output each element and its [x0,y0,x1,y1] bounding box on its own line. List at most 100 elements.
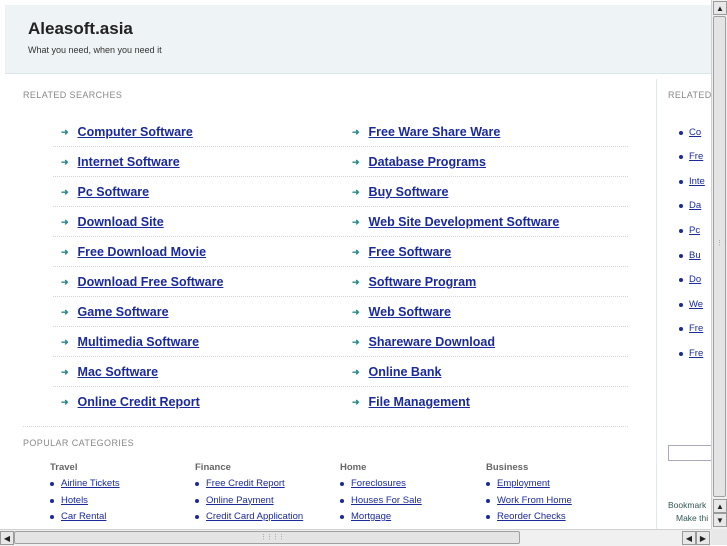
category-home: Home Foreclosures Houses For Sale Mortga… [340,462,480,528]
related-link[interactable]: ➜ File Management [352,395,470,409]
category-title: Travel [50,462,78,473]
category-link[interactable]: Credit Card Application [195,511,335,528]
bullet-icon [50,498,54,503]
bullet-icon [679,180,683,184]
related-link[interactable]: ➜ Free Download Movie [61,245,206,259]
bullet-icon [679,204,683,208]
vertical-scroll-thumb[interactable]: ⋮⋮ [713,16,727,497]
related-link[interactable]: ➜ Free Software [352,245,451,259]
scroll-down-icon[interactable]: ▼ [713,513,727,527]
bullet-icon [340,482,344,486]
sidebar-link[interactable]: Do [679,274,701,285]
grip-icon: ⋮⋮⋮⋮ [260,534,285,541]
arrow-icon: ➜ [352,367,360,377]
arrow-icon: ➜ [61,307,69,317]
related-row: ➜ Mac Software ➜ Online Bank [53,358,628,387]
arrow-icon: ➜ [61,247,69,257]
bullet-icon [340,498,344,503]
sidebar-related-label: RELATED [668,90,712,100]
scroll-up-icon[interactable]: ▲ [713,1,727,15]
bullet-icon [679,278,683,282]
vertical-scrollbar[interactable]: ▲ ⋮⋮ ▲ ▼ [711,0,727,529]
sidebar-link[interactable]: Pc [679,225,700,236]
related-link[interactable]: ➜ Download Free Software [61,275,223,289]
sidebar-link[interactable]: Fre [679,323,703,334]
site-title[interactable]: Aleasoft.asia [28,19,133,39]
right-sidebar: RELATED Co Fre Inte Da Pc Bu Do We Fre F… [656,79,712,530]
sidebar-link[interactable]: Bu [679,250,701,261]
category-link[interactable]: Hotels [50,495,190,512]
arrow-icon: ➜ [61,277,69,287]
related-link[interactable]: ➜ Multimedia Software [61,335,199,349]
bullet-icon [195,515,199,519]
related-link[interactable]: ➜ Web Site Development Software [352,215,559,229]
arrow-icon: ➜ [352,187,360,197]
scroll-up-icon[interactable]: ▲ [713,499,727,513]
related-link[interactable]: ➜ Computer Software [61,125,193,139]
category-link[interactable]: Houses For Sale [340,495,480,512]
scroll-right-icon[interactable]: ▶ [696,531,710,545]
related-link[interactable]: ➜ Game Software [61,305,169,319]
bullet-icon [50,482,54,486]
related-row: ➜ Download Site ➜ Web Site Development Sof… [53,208,628,237]
scroll-left-icon[interactable]: ◀ [0,531,14,545]
arrow-icon: ➜ [352,217,360,227]
category-link[interactable]: Car Rental [50,511,190,528]
horizontal-scrollbar[interactable]: ◀ ⋮⋮⋮⋮ ◀ ▶ [0,529,711,546]
category-travel: Travel Airline Tickets Hotels Car Rental [50,462,190,528]
category-link[interactable]: Free Credit Report [195,478,335,495]
related-link[interactable]: ➜ Shareware Download [352,335,495,349]
arrow-icon: ➜ [352,337,360,347]
arrow-icon: ➜ [61,187,69,197]
make-homepage-text[interactable]: Make thi [676,513,708,523]
related-link[interactable]: ➜ Online Credit Report [61,395,200,409]
category-link[interactable]: Work From Home [486,495,626,512]
category-link[interactable]: Reorder Checks [486,511,626,528]
category-link[interactable]: Airline Tickets [50,478,190,495]
related-row: ➜ Free Download Movie ➜ Free Software [53,238,628,267]
category-title: Finance [195,462,231,473]
related-link[interactable]: ➜ Web Software [352,305,451,319]
category-title: Home [340,462,367,473]
category-title: Business [486,462,529,473]
related-link[interactable]: ➜ Mac Software [61,365,158,379]
sidebar-link[interactable]: Fre [679,348,703,359]
category-link[interactable]: Mortgage [340,511,480,528]
related-link[interactable]: ➜ Online Bank [352,365,441,379]
bullet-icon [195,498,199,503]
sidebar-link[interactable]: Inte [679,176,705,187]
related-link[interactable]: ➜ Database Programs [352,155,486,169]
bullet-icon [195,482,199,486]
sidebar-link[interactable]: Da [679,200,701,211]
category-link[interactable]: Foreclosures [340,478,480,495]
sidebar-link[interactable]: We [679,299,703,310]
arrow-icon: ➜ [61,127,69,137]
category-finance: Finance Free Credit Report Online Paymen… [195,462,335,528]
related-link[interactable]: ➜ Internet Software [61,155,180,169]
related-link[interactable]: ➜ Software Program [352,275,476,289]
horizontal-scroll-thumb[interactable]: ⋮⋮⋮⋮ [14,531,520,544]
sidebar-link[interactable]: Co [679,127,701,138]
category-business: Business Employment Work From Home Reord… [486,462,626,528]
category-link[interactable]: Employment [486,478,626,495]
arrow-icon: ➜ [61,337,69,347]
scroll-left-icon[interactable]: ◀ [682,531,696,545]
sidebar-link[interactable]: Fre [679,151,703,162]
bullet-icon [679,327,683,331]
arrow-icon: ➜ [352,247,360,257]
search-input[interactable] [668,445,712,461]
bookmark-text[interactable]: Bookmark [668,500,706,510]
bullet-icon [486,482,490,486]
related-link[interactable]: ➜ Pc Software [61,185,149,199]
bullet-icon [679,303,683,307]
related-link[interactable]: ➜ Free Ware Share Ware [352,125,500,139]
category-link[interactable]: Online Payment [195,495,335,512]
arrow-icon: ➜ [352,277,360,287]
bullet-icon [679,229,683,233]
related-link[interactable]: ➜ Download Site [61,215,164,229]
bullet-icon [486,498,490,503]
bullet-icon [679,155,683,159]
related-link[interactable]: ➜ Buy Software [352,185,448,199]
related-searches-label: RELATED SEARCHES [23,90,123,100]
bullet-icon [679,254,683,258]
